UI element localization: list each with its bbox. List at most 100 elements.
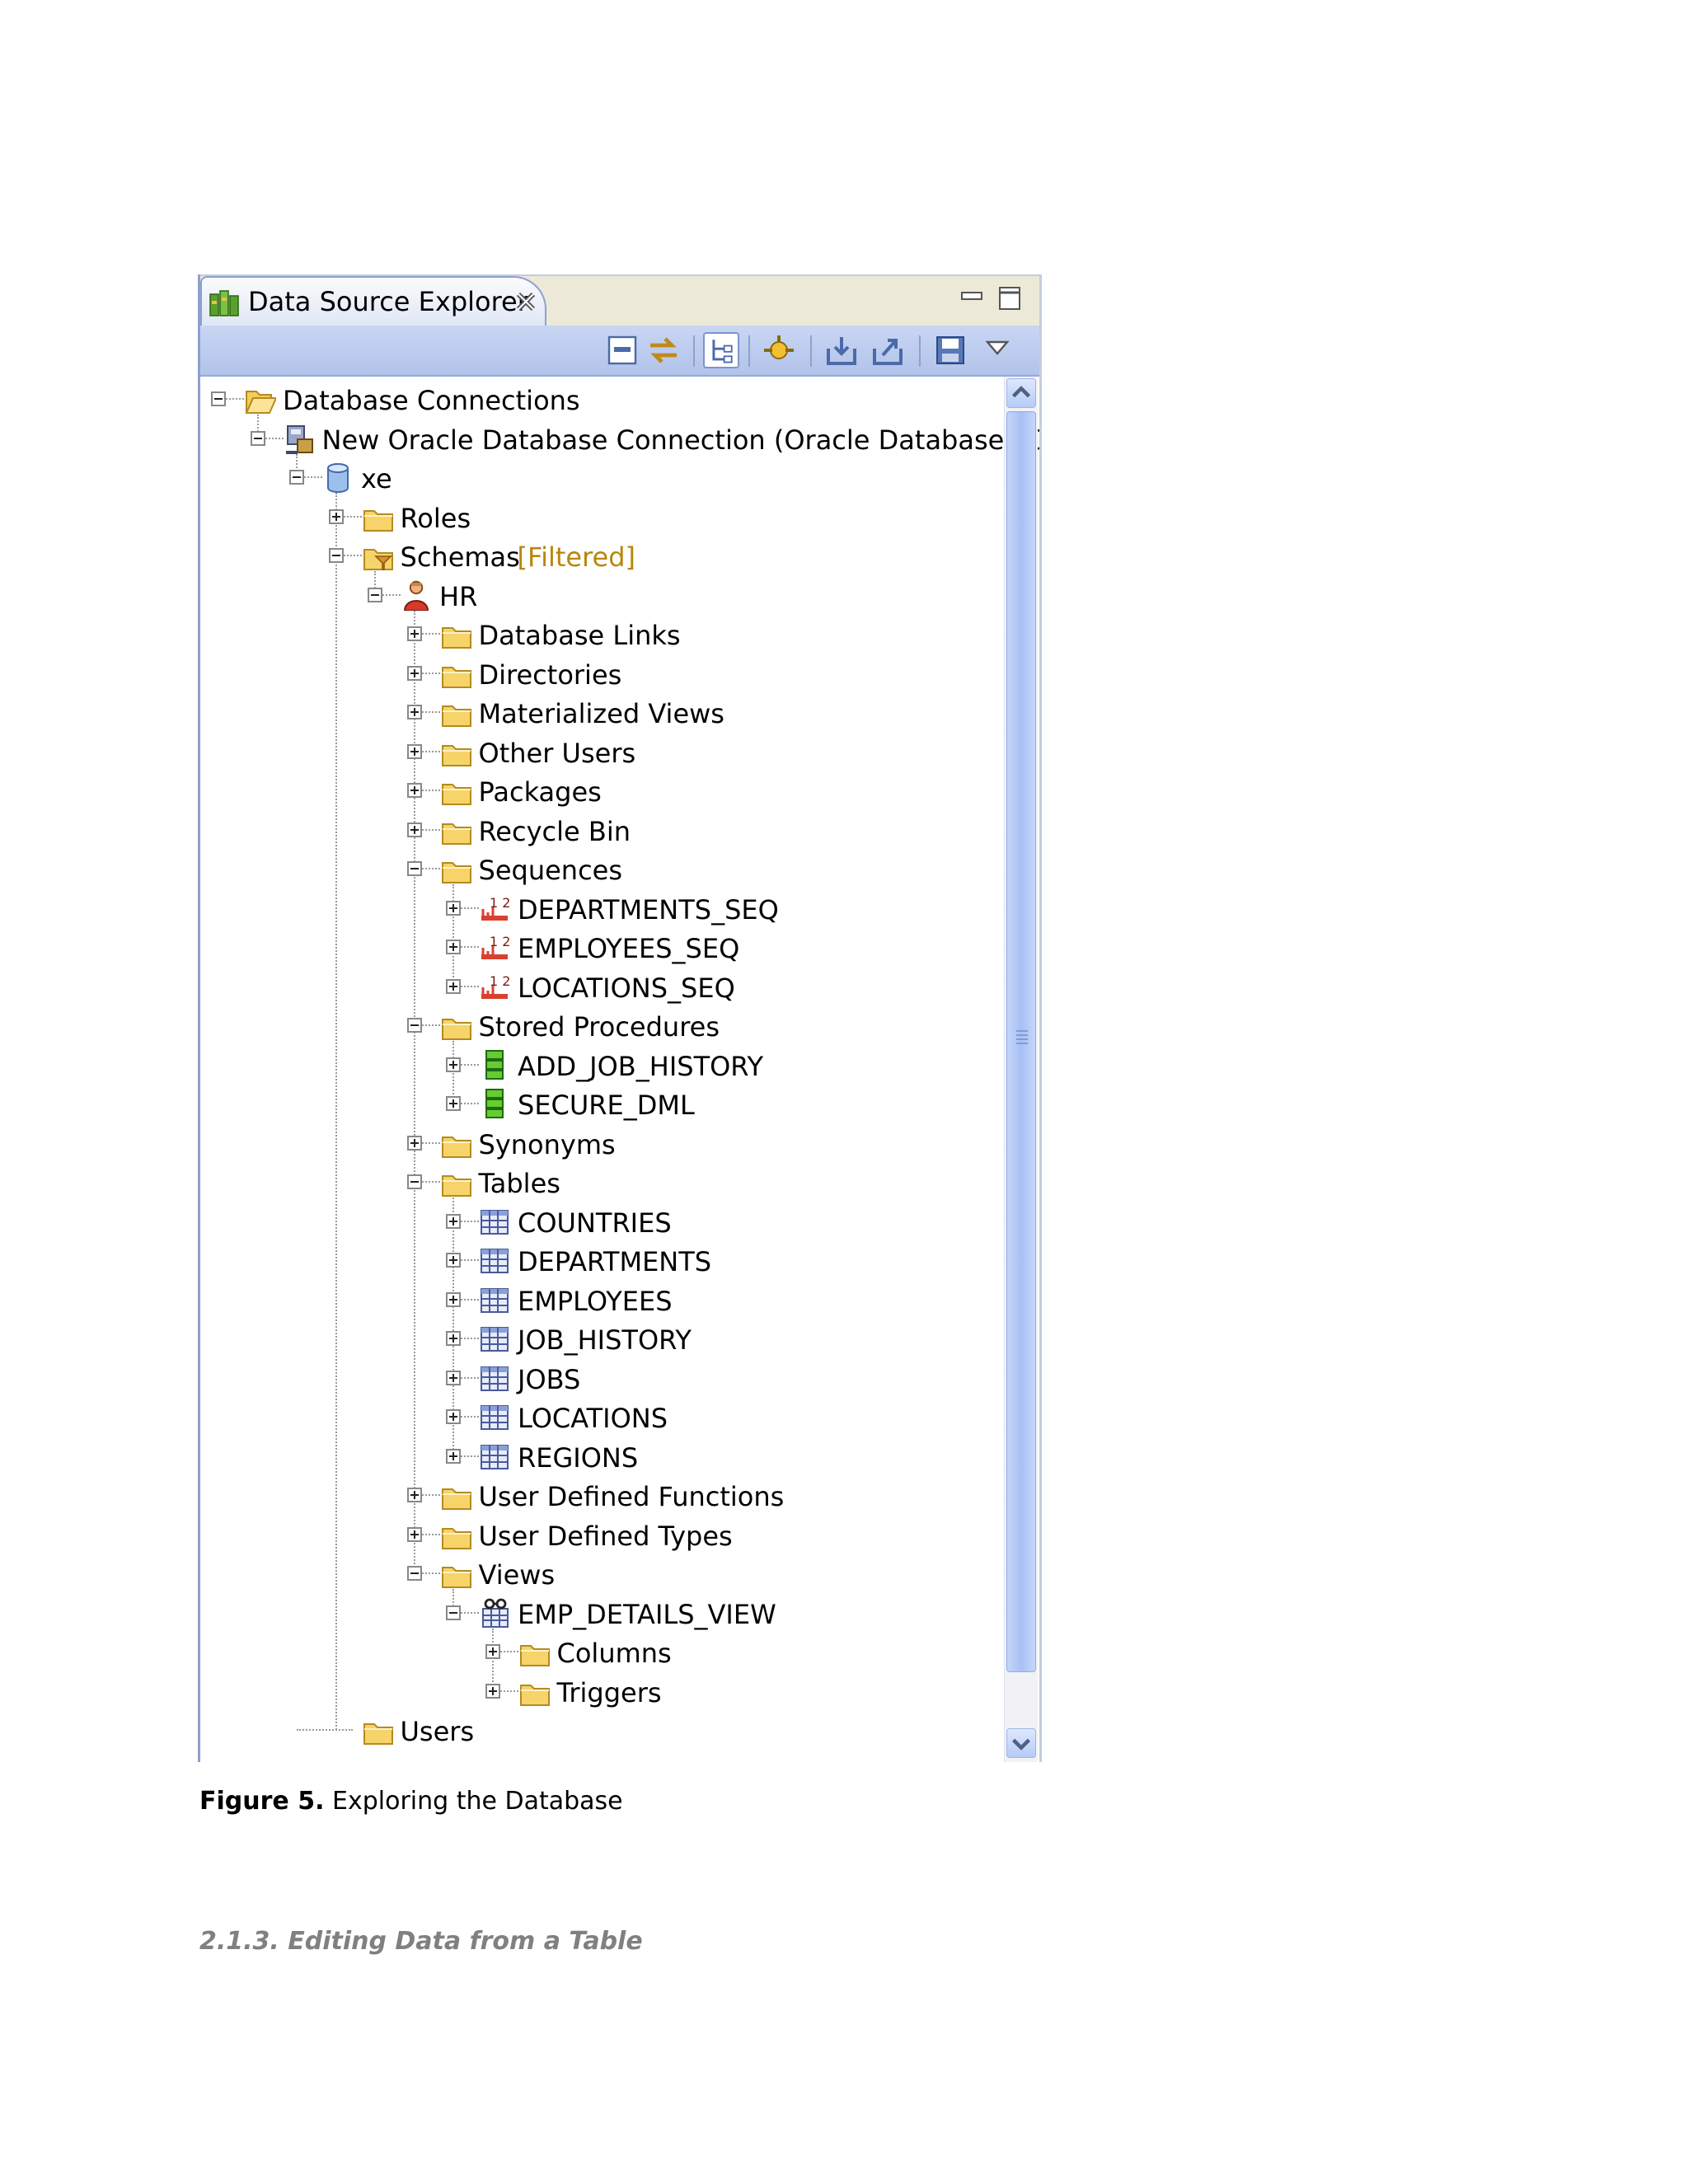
tree-item-directories[interactable]: Directories [200, 654, 1000, 692]
expand-toggle[interactable] [328, 509, 344, 524]
collapse-toggle[interactable] [406, 861, 422, 876]
tree-item-packages[interactable]: Packages [200, 771, 1000, 809]
expand-toggle[interactable] [446, 1448, 461, 1464]
scroll-up-button[interactable] [1006, 378, 1036, 408]
tree-item-jobs[interactable]: JOBS [200, 1359, 1000, 1397]
connect-icon[interactable] [761, 332, 797, 368]
tree-item-departments[interactable]: DEPARTMENTS [200, 1241, 1000, 1279]
view-menu-icon[interactable] [979, 332, 1015, 368]
collapse-toggle[interactable] [446, 1605, 461, 1620]
folder-icon [363, 509, 393, 532]
tree-item-triggers[interactable]: Triggers [200, 1672, 1000, 1710]
expand-toggle[interactable] [485, 1644, 500, 1659]
expand-toggle[interactable] [446, 940, 461, 954]
tree-item-label: ADD_JOB_HISTORY [518, 1050, 764, 1082]
collapse-toggle[interactable] [250, 430, 265, 446]
tree-item-locations-seq[interactable]: 1 2 LOCATIONS_SEQ [200, 968, 1000, 1005]
collapse-toggle[interactable] [368, 587, 382, 602]
tree-item-departments-seq[interactable]: 1 2 DEPARTMENTS_SEQ [200, 889, 1000, 927]
expand-toggle[interactable] [446, 1213, 461, 1229]
tree-item-secure-dml[interactable]: SECURE_DML [200, 1085, 1000, 1122]
vertical-scrollbar[interactable] [1004, 377, 1038, 1762]
folder-icon [441, 1019, 471, 1040]
folder-icon [441, 862, 471, 883]
tree-item-regions[interactable]: REGIONS [200, 1437, 1000, 1475]
collapse-toggle[interactable] [406, 1018, 422, 1033]
tree-item-employees[interactable]: EMPLOYEES [200, 1281, 1000, 1319]
tree-item-employees-seq[interactable]: 1 2 EMPLOYEES_SEQ [200, 928, 1000, 966]
collapse-toggle[interactable] [289, 470, 304, 485]
tree-item-xe[interactable]: xe [200, 458, 1000, 496]
save-icon[interactable] [932, 332, 968, 368]
expand-toggle[interactable] [446, 1057, 461, 1072]
expand-toggle[interactable] [446, 1291, 461, 1307]
expand-toggle[interactable] [446, 1370, 461, 1385]
tree-item-columns[interactable]: Columns [200, 1633, 1000, 1671]
expand-toggle[interactable] [406, 1526, 422, 1542]
view-tab[interactable]: Data Source Explorer [200, 276, 546, 329]
collapse-toggle[interactable] [211, 391, 226, 406]
expand-toggle[interactable] [446, 1096, 461, 1111]
tree-item-materialized-views[interactable]: Materialized Views [200, 693, 1000, 731]
expand-toggle[interactable] [406, 822, 422, 837]
collapse-toggle[interactable] [328, 548, 344, 563]
table-icon [481, 1287, 509, 1313]
tree-layout-icon[interactable] [703, 332, 739, 368]
tree-item-locations[interactable]: LOCATIONS [200, 1398, 1000, 1436]
procedure-icon [485, 1089, 504, 1118]
tree-item-hr[interactable]: HR [200, 576, 1000, 614]
scroll-down-button[interactable] [1006, 1728, 1036, 1758]
tree-item-label: Views [478, 1559, 556, 1591]
expand-toggle[interactable] [446, 1409, 461, 1424]
collapse-all-icon[interactable] [604, 332, 640, 368]
collapse-toggle[interactable] [406, 1174, 422, 1189]
tree-item-add-job-history[interactable]: ADD_JOB_HISTORY [200, 1046, 1000, 1084]
expand-toggle[interactable] [446, 1331, 461, 1346]
tree-item-synonyms[interactable]: Synonyms [200, 1124, 1000, 1162]
expand-toggle[interactable] [406, 705, 422, 719]
tree-item-stored-procedures[interactable]: Stored Procedures [200, 1006, 1000, 1044]
scrollbar-thumb[interactable] [1006, 411, 1036, 1672]
tree-item-label: Packages [478, 776, 602, 808]
tree-item-views[interactable]: Views [200, 1554, 1000, 1592]
tree-item-other-users[interactable]: Other Users [200, 733, 1000, 771]
folder-icon [441, 1527, 471, 1549]
expand-toggle[interactable] [446, 900, 461, 916]
expand-toggle[interactable] [406, 626, 422, 641]
tree-item-emp-details-view[interactable]: EMP_DETAILS_VIEW [200, 1594, 1000, 1632]
expand-toggle[interactable] [446, 978, 461, 994]
tree-item-label: Roles [400, 502, 471, 534]
expand-toggle[interactable] [446, 1253, 461, 1268]
tree-item-label: Tables [478, 1168, 560, 1199]
tree-item-roles[interactable]: Roles [200, 498, 1000, 536]
tree-item-users[interactable]: Users [200, 1711, 1000, 1749]
import-icon[interactable] [823, 332, 860, 368]
minimize-icon[interactable] [959, 284, 987, 312]
user-icon [403, 580, 429, 611]
tree-item-schemas[interactable]: Schemas [Filtered] [200, 537, 1000, 574]
export-icon[interactable] [870, 332, 906, 368]
collapse-toggle[interactable] [406, 1566, 422, 1581]
folder-icon [441, 784, 471, 805]
close-icon[interactable] [513, 289, 538, 314]
expand-toggle[interactable] [406, 1135, 422, 1151]
tree-item-database-connections[interactable]: Database Connections [200, 380, 1000, 418]
tree-item-sequences[interactable]: Sequences [200, 850, 1000, 888]
tree-item-job-history[interactable]: JOB_HISTORY [200, 1319, 1000, 1357]
maximize-icon[interactable] [996, 284, 1025, 312]
tree-item-new-oracle-database-connection-oracle-database-10g[interactable]: New Oracle Database Connection (Oracle D… [200, 419, 1039, 457]
database-cylinder-icon [327, 463, 349, 493]
tree-item-user-defined-types[interactable]: User Defined Types [200, 1516, 1000, 1554]
tree-item-countries[interactable]: COUNTRIES [200, 1202, 1000, 1240]
tree-item-tables[interactable]: Tables [200, 1163, 1000, 1201]
tree-item-recycle-bin[interactable]: Recycle Bin [200, 811, 1000, 849]
expand-toggle[interactable] [406, 743, 422, 759]
expand-toggle[interactable] [406, 1488, 422, 1502]
expand-toggle[interactable] [406, 783, 422, 798]
expand-toggle[interactable] [485, 1683, 500, 1699]
sequence-icon: 1 2 [481, 895, 510, 921]
tree-item-database-links[interactable]: Database Links [200, 615, 1000, 653]
tree-item-user-defined-functions[interactable]: User Defined Functions [200, 1476, 1000, 1514]
link-with-editor-icon[interactable] [645, 332, 682, 368]
expand-toggle[interactable] [406, 665, 422, 681]
